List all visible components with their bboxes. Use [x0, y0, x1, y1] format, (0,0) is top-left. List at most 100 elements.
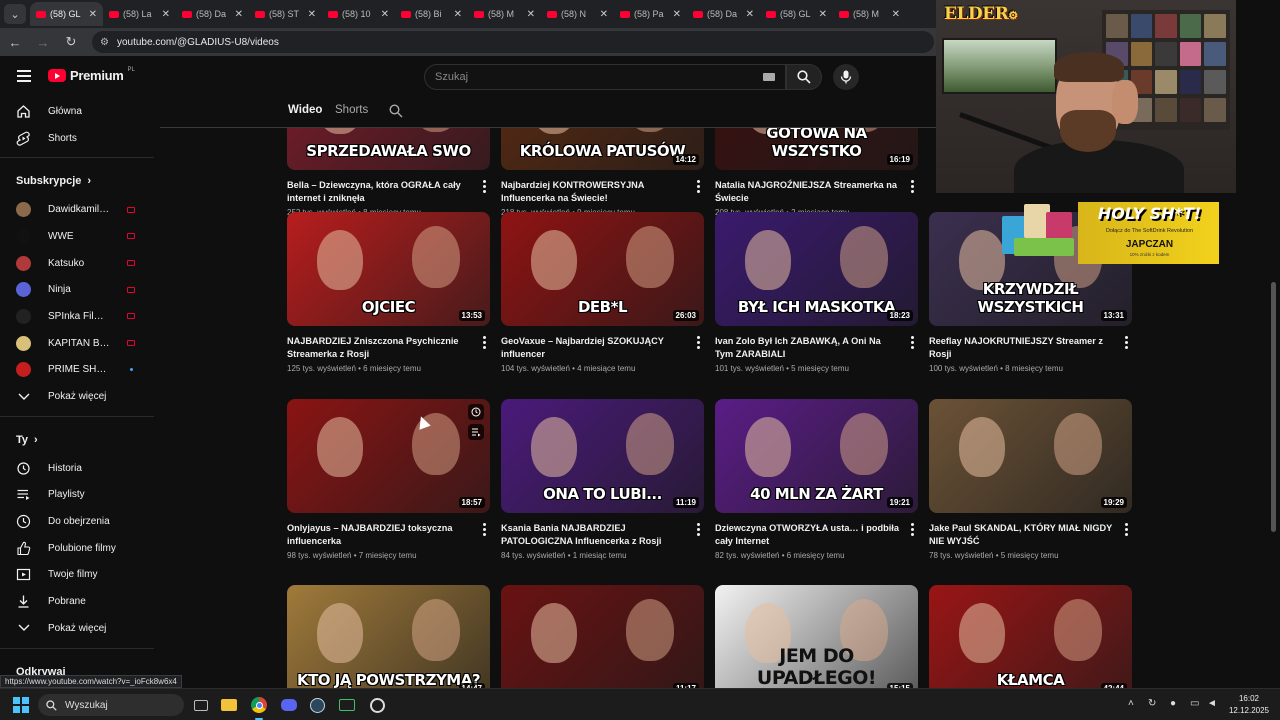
sidebar-item-playlists[interactable]: Playlisty: [0, 482, 155, 509]
more-options-icon[interactable]: [911, 523, 914, 536]
close-tab-icon[interactable]: ✕: [527, 9, 535, 20]
video-title[interactable]: Bella – Dziewczyna, która OGRAŁA cały in…: [287, 179, 472, 205]
sidebar-item-liked[interactable]: Polubione filmy: [0, 535, 155, 562]
forward-icon[interactable]: →: [36, 35, 50, 50]
reload-icon[interactable]: ↻: [64, 34, 78, 50]
sidebar-subscription[interactable]: WWE: [0, 223, 155, 250]
close-tab-icon[interactable]: ✕: [454, 9, 462, 20]
address-bar[interactable]: ⚙ youtube.com/@GLADIUS-U8/videos: [92, 31, 934, 53]
watch-later-icon[interactable]: [468, 404, 484, 420]
tab-search-menu-button[interactable]: ⌄: [4, 4, 26, 24]
video-title[interactable]: Najbardziej KONTROWERSYJNA Influencerka …: [501, 179, 686, 205]
video-thumbnail[interactable]: KRÓLOWA PATUSÓW 14:12: [501, 128, 704, 170]
video-title[interactable]: Reeflay NAJOKRUTNIEJSZY Streamer z Rosji: [929, 335, 1114, 361]
more-options-icon[interactable]: [483, 180, 486, 193]
chrome-icon[interactable]: [249, 695, 269, 720]
video-title[interactable]: Dziewczyna OTWORZYŁA usta… i podbiła cał…: [715, 522, 900, 548]
video-title[interactable]: NAJBARDZIEJ Zniszczona Psychicznie Strea…: [287, 335, 472, 361]
close-tab-icon[interactable]: ✕: [892, 9, 900, 20]
video-thumbnail[interactable]: GOTOWA NA WSZYSTKO 16:19: [715, 128, 918, 170]
browser-tab[interactable]: (58) La ✕: [103, 2, 176, 26]
video-thumbnail[interactable]: 11:17: [501, 585, 704, 688]
video-thumbnail[interactable]: BYŁ ICH MASKOTKĄ 18:23: [715, 212, 918, 326]
more-options-icon[interactable]: [483, 336, 486, 349]
search-input[interactable]: Szukaj: [424, 64, 786, 90]
video-thumbnail[interactable]: 18:57: [287, 399, 490, 513]
sidebar-subscription[interactable]: Dawidkamillive: [0, 196, 155, 223]
back-icon[interactable]: ←: [8, 35, 22, 50]
page-scrollbar[interactable]: [1271, 282, 1276, 532]
close-tab-icon[interactable]: ✕: [673, 9, 681, 20]
close-tab-icon[interactable]: ✕: [89, 9, 97, 20]
search-button[interactable]: [786, 64, 822, 90]
site-info-icon[interactable]: ⚙: [100, 37, 109, 48]
taskbar-search[interactable]: Wyszukaj: [38, 694, 184, 716]
close-tab-icon[interactable]: ✕: [600, 9, 608, 20]
sync-icon[interactable]: ↻: [1148, 698, 1156, 709]
you-header[interactable]: Ty ›: [0, 425, 155, 455]
file-explorer-icon[interactable]: [219, 695, 239, 715]
video-title[interactable]: Ivan Zolo Był Ich ZABAWKĄ, A Oni Na Tym …: [715, 335, 900, 361]
close-tab-icon[interactable]: ✕: [381, 9, 389, 20]
obs-icon[interactable]: [367, 695, 387, 715]
more-options-icon[interactable]: [697, 336, 700, 349]
browser-tab[interactable]: (58) M ✕: [833, 2, 906, 26]
browser-tab[interactable]: (58) Da ✕: [687, 2, 760, 26]
browser-tab[interactable]: (58) M ✕: [468, 2, 541, 26]
keyboard-icon[interactable]: [763, 73, 775, 81]
close-tab-icon[interactable]: ✕: [746, 9, 754, 20]
system-clock[interactable]: 16:02 12.12.2025: [1226, 693, 1272, 717]
close-tab-icon[interactable]: ✕: [162, 9, 170, 20]
more-options-icon[interactable]: [1125, 523, 1128, 536]
browser-tab[interactable]: (58) Da ✕: [176, 2, 249, 26]
sidebar-item-shorts[interactable]: Shorts: [0, 125, 155, 152]
sidebar-subscription[interactable]: Katsuko: [0, 250, 155, 277]
video-title[interactable]: GeoVaxue – Najbardziej SZOKUJĄCY influen…: [501, 335, 686, 361]
sidebar-subscription[interactable]: Ninja: [0, 276, 155, 303]
browser-tab[interactable]: (58) N ✕: [541, 2, 614, 26]
network-icon[interactable]: ▭: [1190, 698, 1199, 709]
video-thumbnail[interactable]: DEB*L 26:03: [501, 212, 704, 326]
video-thumbnail[interactable]: KTO JĄ POWSTRZYMA?14:47: [287, 585, 490, 688]
video-thumbnail[interactable]: 40 MLN ZA ŻART 19:21: [715, 399, 918, 513]
more-options-icon[interactable]: [697, 523, 700, 536]
sidebar-item-downloads[interactable]: Pobrane: [0, 588, 155, 615]
sidebar-subscription[interactable]: PRIME SHOW M...: [0, 357, 155, 384]
steam-icon[interactable]: [307, 695, 327, 715]
video-thumbnail[interactable]: KŁAMCA42:44: [929, 585, 1132, 688]
video-title[interactable]: Ksania Bania NAJBARDZIEJ PATOLOGICZNA In…: [501, 522, 686, 548]
you-show-more[interactable]: Pokaż więcej: [0, 615, 155, 642]
microphone-tray-icon[interactable]: ●: [1170, 698, 1176, 709]
video-thumbnail[interactable]: SPRZEDAWAŁA SWO: [287, 128, 490, 170]
tray-overflow-icon[interactable]: ˄: [1128, 698, 1134, 709]
sidebar-subscription[interactable]: KAPITAN BOMB...: [0, 330, 155, 357]
sidebar-subscription[interactable]: SPInka Film Stud...: [0, 303, 155, 330]
channel-search-icon[interactable]: [389, 104, 403, 123]
volume-icon[interactable]: ◄: [1207, 698, 1217, 709]
task-view-icon[interactable]: [191, 695, 211, 715]
video-thumbnail[interactable]: OJCIEC 13:53: [287, 212, 490, 326]
terminal-icon[interactable]: [337, 695, 357, 715]
video-thumbnail[interactable]: ONA TO LUBI... 11:19: [501, 399, 704, 513]
youtube-premium-logo[interactable]: Premium PL: [48, 67, 135, 83]
browser-tab[interactable]: (58) ST ✕: [249, 2, 322, 26]
windows-start-icon[interactable]: [13, 697, 29, 713]
more-options-icon[interactable]: [697, 180, 700, 193]
browser-tab[interactable]: (58) Pa ✕: [614, 2, 687, 26]
video-title[interactable]: Jake Paul SKANDAL, KTÓRY MIAŁ NIGDY NIE …: [929, 522, 1114, 548]
browser-tab[interactable]: (58) 10 ✕: [322, 2, 395, 26]
more-options-icon[interactable]: [1125, 336, 1128, 349]
subscriptions-header[interactable]: Subskrypcje ›: [0, 166, 155, 196]
close-tab-icon[interactable]: ✕: [308, 9, 316, 20]
sidebar-item-history[interactable]: Historia: [0, 455, 155, 482]
sidebar-item-your-videos[interactable]: Twoje filmy: [0, 562, 155, 589]
video-thumbnail[interactable]: JEM DO UPADŁEGO!15:15: [715, 585, 918, 688]
subs-show-more[interactable]: Pokaż więcej: [0, 383, 155, 410]
browser-tab[interactable]: (58) Bi ✕: [395, 2, 468, 26]
add-to-queue-icon[interactable]: [468, 424, 484, 440]
sidebar-item-home[interactable]: Główna: [0, 98, 155, 125]
tab-videos[interactable]: Wideo: [288, 104, 322, 116]
close-tab-icon[interactable]: ✕: [235, 9, 243, 20]
more-options-icon[interactable]: [483, 523, 486, 536]
browser-tab[interactable]: (58) GL ✕: [30, 2, 103, 26]
